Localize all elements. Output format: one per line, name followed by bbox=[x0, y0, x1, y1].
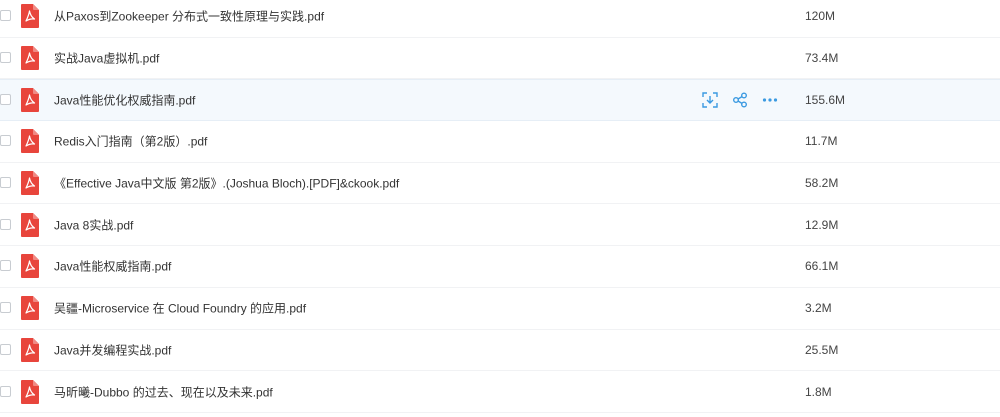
row-checkbox[interactable] bbox=[0, 52, 11, 64]
pdf-file-icon bbox=[21, 212, 39, 237]
row-checkbox[interactable] bbox=[0, 94, 11, 106]
file-size: 12.9M bbox=[805, 217, 839, 232]
file-name[interactable]: Java性能权威指南.pdf bbox=[54, 258, 171, 275]
file-size: 3.2M bbox=[805, 301, 832, 316]
file-name[interactable]: 马昕曦-Dubbo 的过去、现在以及未来.pdf bbox=[54, 383, 273, 400]
more-icon[interactable] bbox=[762, 92, 778, 108]
file-name[interactable]: 从Paxos到Zookeeper 分布式一致性原理与实践.pdf bbox=[54, 8, 324, 25]
file-row[interactable]: 实战Java虚拟机.pdf 73.4M bbox=[0, 38, 1000, 80]
file-row[interactable]: Java并发编程实战.pdf 25.5M bbox=[0, 330, 1000, 372]
row-checkbox[interactable] bbox=[0, 135, 11, 147]
file-size: 120M bbox=[805, 9, 836, 24]
row-checkbox[interactable] bbox=[0, 10, 11, 22]
file-name[interactable]: Java 8实战.pdf bbox=[54, 216, 133, 233]
row-checkbox[interactable] bbox=[0, 177, 11, 189]
pdf-file-icon bbox=[21, 296, 39, 321]
file-row[interactable]: Java性能权威指南.pdf 66.1M bbox=[0, 246, 1000, 288]
file-name[interactable]: 《Effective Java中文版 第2版》.(Joshua Bloch).[… bbox=[54, 175, 399, 192]
row-checkbox[interactable] bbox=[0, 343, 11, 355]
file-row[interactable]: 马昕曦-Dubbo 的过去、现在以及未来.pdf 1.8M bbox=[0, 371, 1000, 413]
file-row[interactable]: Redis入门指南（第2版）.pdf 11.7M bbox=[0, 121, 1000, 163]
file-name[interactable]: Redis入门指南（第2版）.pdf bbox=[54, 133, 207, 150]
pdf-file-icon bbox=[21, 379, 39, 404]
pdf-file-icon bbox=[21, 337, 39, 362]
pdf-file-icon bbox=[21, 254, 39, 279]
file-row[interactable]: 《Effective Java中文版 第2版》.(Joshua Bloch).[… bbox=[0, 163, 1000, 205]
file-size: 1.8M bbox=[805, 384, 832, 399]
row-checkbox[interactable] bbox=[0, 218, 11, 230]
download-icon[interactable] bbox=[702, 92, 718, 108]
file-size: 11.7M bbox=[805, 134, 838, 149]
file-size: 66.1M bbox=[805, 259, 839, 274]
file-name[interactable]: 实战Java虚拟机.pdf bbox=[54, 50, 159, 67]
pdf-file-icon bbox=[21, 4, 39, 29]
file-size: 155.6M bbox=[805, 93, 846, 108]
file-list: 从Paxos到Zookeeper 分布式一致性原理与实践.pdf 120M 实战… bbox=[0, 0, 1000, 417]
row-checkbox[interactable] bbox=[0, 385, 11, 397]
share-icon[interactable] bbox=[732, 92, 748, 108]
pdf-file-icon bbox=[21, 88, 39, 113]
file-row[interactable]: 从Paxos到Zookeeper 分布式一致性原理与实践.pdf 120M bbox=[0, 0, 1000, 38]
file-size: 73.4M bbox=[805, 51, 839, 66]
file-size: 25.5M bbox=[805, 342, 839, 357]
row-checkbox[interactable] bbox=[0, 302, 11, 314]
file-name[interactable]: 吴疆-Microservice 在 Cloud Foundry 的应用.pdf bbox=[54, 300, 306, 317]
file-row[interactable]: Java 8实战.pdf 12.9M bbox=[0, 204, 1000, 247]
file-name[interactable]: Java并发编程实战.pdf bbox=[54, 341, 171, 358]
file-row-hovered[interactable]: Java性能优化权威指南.pdf 155.6M bbox=[0, 79, 1000, 122]
pdf-file-icon bbox=[21, 46, 39, 71]
file-name[interactable]: Java性能优化权威指南.pdf bbox=[54, 92, 195, 109]
pdf-file-icon bbox=[21, 129, 39, 154]
row-checkbox[interactable] bbox=[0, 260, 11, 272]
file-size: 58.2M bbox=[805, 176, 839, 191]
file-row[interactable]: 吴疆-Microservice 在 Cloud Foundry 的应用.pdf … bbox=[0, 288, 1000, 330]
row-actions bbox=[702, 92, 792, 108]
pdf-file-icon bbox=[21, 171, 39, 196]
